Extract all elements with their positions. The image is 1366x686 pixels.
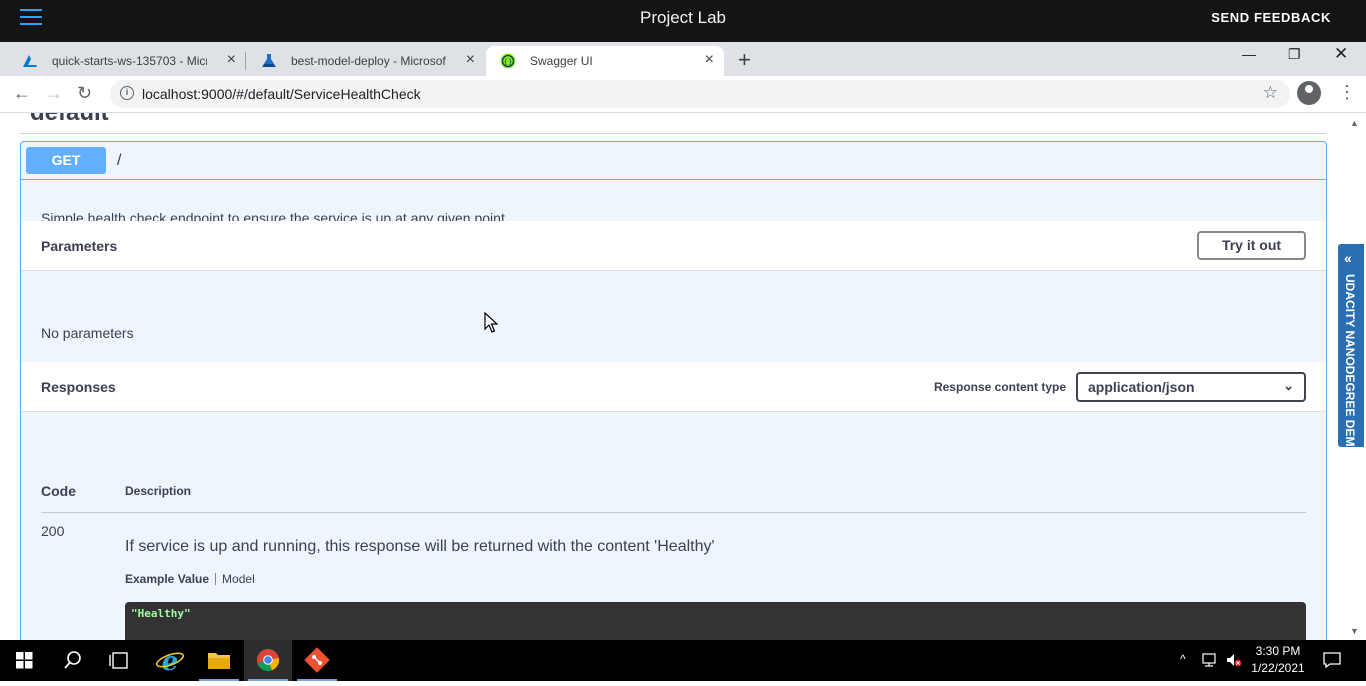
chrome-menu-icon[interactable]: ⋮ — [1338, 82, 1356, 103]
back-icon[interactable]: ← — [13, 83, 31, 104]
clock-date: 1/22/2021 — [1251, 661, 1305, 675]
tab-label: Swagger UI — [530, 54, 593, 68]
forward-icon[interactable]: → — [45, 83, 63, 104]
try-it-out-button[interactable]: Try it out — [1197, 231, 1306, 260]
responses-table-header: Code Description — [41, 482, 1306, 513]
example-value-code: "Healthy" — [125, 602, 1306, 640]
project-lab-header: Project Lab SEND FEEDBACK — [0, 0, 1366, 42]
browser-toolbar: ← → ↻ i localhost:9000/#/default/Service… — [0, 76, 1366, 113]
browser-tab-azure[interactable]: quick-starts-ws-135703 - Microsoft Azure… — [8, 46, 246, 76]
responses-heading: Responses — [41, 379, 116, 395]
reload-icon[interactable]: ↻ — [77, 83, 92, 104]
model-tab[interactable]: Model — [222, 572, 255, 586]
system-clock[interactable]: 3:30 PM 1/22/2021 — [1248, 643, 1308, 677]
search-icon[interactable] — [48, 640, 96, 681]
svg-text:e: e — [162, 647, 179, 677]
internet-explorer-icon[interactable]: e — [146, 640, 194, 681]
volume-muted-icon[interactable] — [1225, 652, 1243, 668]
git-icon[interactable] — [293, 640, 341, 681]
profile-avatar-icon[interactable] — [1297, 81, 1321, 105]
show-hidden-icons-icon[interactable]: ^ — [1180, 652, 1186, 666]
http-method-badge: GET — [26, 147, 106, 174]
operation-path: / — [117, 152, 122, 169]
restore-icon[interactable]: ❐ — [1288, 46, 1301, 63]
operation-block: GET / Simple health check endpoint to en… — [20, 141, 1327, 640]
task-view-icon[interactable] — [96, 640, 144, 681]
swagger-icon: {} — [500, 53, 516, 69]
section-title[interactable]: default — [30, 113, 109, 127]
response-description: If service is up and running, this respo… — [125, 538, 715, 555]
clock-time: 3:30 PM — [1255, 644, 1301, 658]
flask-icon — [262, 54, 276, 67]
example-model-tabs: Example Value Model — [125, 572, 255, 586]
site-info-icon[interactable]: i — [120, 86, 134, 100]
code-column-header: Code — [41, 483, 76, 499]
windows-taskbar: e ^ 3:30 PM 1/22/2021 — [0, 640, 1366, 681]
parameters-header: Parameters Try it out — [21, 221, 1326, 271]
browser-tab-ml[interactable]: best-model-deploy - Microsoft Azure Mach… — [247, 46, 485, 76]
tab-label: best-model-deploy - Microsoft Azure Mach… — [291, 54, 446, 68]
description-column-header: Description — [125, 484, 192, 498]
address-bar[interactable]: i localhost:9000/#/default/ServiceHealth… — [110, 80, 1290, 108]
operation-summary[interactable]: GET / — [21, 142, 1326, 180]
tab-label: quick-starts-ws-135703 - Microsoft Azure — [52, 54, 207, 68]
tab-divider — [215, 573, 217, 585]
selected-content-type: application/json — [1088, 379, 1195, 395]
parameters-heading: Parameters — [41, 238, 118, 254]
browser-tab-strip: quick-starts-ws-135703 - Microsoft Azure… — [0, 42, 1366, 76]
url-text[interactable]: localhost:9000/#/default/ServiceHealthCh… — [142, 86, 421, 102]
tab-close-icon[interactable]: × — [466, 52, 475, 68]
hamburger-menu-icon[interactable] — [20, 9, 42, 27]
bookmark-star-icon[interactable]: ☆ — [1263, 83, 1278, 103]
response-content-type-select[interactable]: application/json ⌄ — [1076, 372, 1306, 402]
udacity-demo-side-tab[interactable]: « UDACITY NANODEGREE DEMO — [1338, 244, 1364, 456]
chrome-icon[interactable] — [244, 640, 292, 681]
example-value-tab[interactable]: Example Value — [125, 572, 209, 586]
responses-header: Responses Response content type applicat… — [21, 362, 1326, 412]
section-divider — [20, 133, 1326, 134]
file-explorer-icon[interactable] — [195, 640, 243, 681]
side-tab-label: UDACITY NANODEGREE DEMO — [1343, 274, 1357, 456]
tab-separator — [245, 52, 246, 70]
swagger-page: default GET / Simple health check endpoi… — [0, 113, 1366, 640]
no-parameters-text: No parameters — [41, 325, 134, 341]
minimize-icon[interactable]: — — [1242, 46, 1256, 62]
close-window-icon[interactable]: ✕ — [1334, 44, 1348, 64]
mouse-cursor-icon — [484, 312, 498, 333]
svg-text:{}: {} — [504, 58, 513, 66]
network-icon[interactable] — [1201, 652, 1219, 668]
azure-icon — [23, 55, 37, 67]
windows-start-icon[interactable] — [0, 640, 48, 681]
scroll-up-arrow-icon[interactable]: ▲ — [1350, 118, 1359, 128]
send-feedback-button[interactable]: SEND FEEDBACK — [1211, 10, 1331, 25]
response-code: 200 — [41, 523, 65, 539]
lab-title: Project Lab — [640, 8, 726, 27]
scroll-down-arrow-icon[interactable]: ▼ — [1350, 626, 1359, 636]
tab-close-icon[interactable]: × — [227, 52, 236, 68]
action-center-icon[interactable] — [1322, 651, 1342, 669]
new-tab-icon[interactable]: + — [738, 47, 751, 73]
tab-close-icon[interactable]: × — [705, 52, 714, 68]
double-chevron-left-icon: « — [1344, 250, 1352, 266]
chevron-down-icon: ⌄ — [1283, 378, 1294, 393]
response-content-type-label: Response content type — [933, 380, 1066, 394]
browser-tab-swagger[interactable]: {} Swagger UI × — [486, 46, 724, 76]
